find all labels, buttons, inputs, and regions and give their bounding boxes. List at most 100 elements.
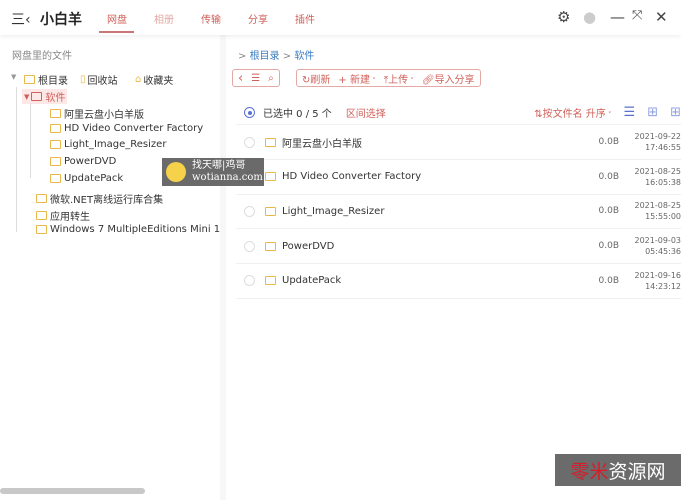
search-icon[interactable]: ⌕: [268, 73, 274, 84]
file-date: 2021-08-25 15:55:00: [631, 200, 681, 222]
chevron-down-icon: ˅: [369, 76, 376, 85]
link-icon: 🔗︎: [421, 74, 435, 86]
tree-item[interactable]: UpdatePack: [50, 173, 123, 184]
label: 微软.NET离线运行库合集: [50, 195, 164, 206]
file-size: 0.0B: [598, 275, 620, 286]
range-select-button[interactable]: 区间选择: [346, 105, 534, 120]
tree-toggle-icon[interactable]: ☰: [251, 73, 260, 84]
time: 16:05:38: [645, 177, 681, 187]
tree-item[interactable]: PowerDVD: [50, 156, 116, 167]
star-house-icon: ⌂: [135, 74, 142, 85]
active-tab-indicator: [99, 31, 134, 33]
chick-logo-icon: [166, 162, 186, 182]
tree-root[interactable]: 根目录: [24, 72, 68, 87]
caret-down-icon[interactable]: ▼: [11, 73, 16, 81]
date: 2021-09-03: [634, 236, 681, 246]
file-row[interactable]: Light_Image_Resizer 0.0B 2021-08-25 15:55:0…: [236, 194, 681, 230]
tab-transfer[interactable]: 传输: [201, 11, 221, 26]
folder-icon: [50, 157, 61, 166]
tree-favorites[interactable]: ⌂ 收藏夹: [135, 72, 173, 87]
folder-icon: [50, 109, 61, 118]
gear-icon[interactable]: ⚙: [557, 8, 570, 26]
date: 2021-09-22: [634, 132, 681, 141]
plus-icon: +: [338, 74, 350, 86]
folder-icon: [50, 124, 61, 133]
folder-icon: [265, 206, 276, 216]
refresh-button[interactable]: ↻刷新: [302, 71, 330, 86]
new-button[interactable]: + 新建 ˅: [338, 71, 375, 86]
label: 阿里云盘小白羊版: [64, 110, 144, 121]
back-icon[interactable]: ‹: [238, 71, 243, 86]
caret-down-icon: ▼: [24, 92, 30, 101]
row-select-radio[interactable]: [244, 136, 255, 148]
label: HD Video Converter Factory: [64, 123, 204, 134]
tree-item[interactable]: 微软.NET离线运行库合集: [36, 191, 163, 206]
tab-netdisk[interactable]: 网盘: [107, 11, 127, 26]
upload-button[interactable]: ⤒上传 ˅: [384, 71, 414, 86]
date: 2021-09-16: [634, 270, 681, 280]
label: 回收站: [87, 76, 118, 87]
folder-icon: [31, 92, 43, 101]
tree-item[interactable]: 应用转生: [36, 208, 90, 223]
label: 导入分享: [434, 74, 475, 86]
file-size: 0.0B: [598, 241, 620, 252]
breadcrumb: > 根目录 > 软件: [238, 51, 315, 62]
file-row[interactable]: 阿里云盘小白羊版 0.0B 2021-09-22 17:46:55: [236, 125, 681, 160]
thumbnail-view-icon[interactable]: ⊞: [670, 105, 681, 120]
tab-share[interactable]: 分享: [248, 11, 268, 26]
close-icon[interactable]: ✕: [655, 8, 668, 26]
file-name: Light_Image_Resizer: [282, 205, 385, 217]
label: 按文件名 升序: [542, 109, 606, 120]
label: UpdatePack: [64, 173, 124, 184]
row-select-radio[interactable]: [244, 275, 255, 287]
label: 上传: [388, 74, 409, 86]
sort-button[interactable]: ⇅按文件名 升序 ˅: [534, 105, 611, 120]
tree-item[interactable]: 阿里云盘小白羊版: [50, 106, 144, 121]
watermark-red-text: 零米: [570, 460, 609, 483]
list-view-icon[interactable]: ☰: [624, 105, 636, 120]
watermark-lingmi: 零米 资源网: [555, 454, 681, 486]
watermark-wotianna: 找天哪|鸡哥 wotianna.com: [162, 158, 264, 186]
avatar-icon[interactable]: ●: [583, 8, 596, 26]
file-name: PowerDVD: [282, 240, 335, 252]
import-share-button[interactable]: 🔗︎导入分享: [422, 71, 475, 86]
file-size: 0.0B: [598, 206, 620, 217]
folder-icon: [265, 276, 276, 286]
tab-album[interactable]: 相册: [154, 11, 174, 26]
row-select-radio[interactable]: [244, 205, 255, 217]
file-name: 阿里云盘小白羊版: [282, 138, 362, 150]
grid-view-icon[interactable]: ⊞: [647, 105, 658, 120]
trash-icon: ▯: [80, 74, 86, 85]
file-size: 0.0B: [598, 137, 620, 147]
label: 根目录: [38, 76, 68, 87]
select-all-radio[interactable]: [244, 107, 255, 118]
label: 软件: [45, 93, 66, 104]
tree-item[interactable]: Windows 7 MultipleEditions Mini 12in1: [36, 224, 242, 235]
folder-icon: [265, 137, 276, 147]
menu-icon[interactable]: 三‹: [11, 9, 31, 29]
tree-item-selected[interactable]: ▼ 软件: [22, 89, 68, 104]
file-date: 2021-09-03 05:45:36: [631, 235, 681, 257]
tree-line: [16, 87, 17, 232]
file-date: 2021-09-16 14:23:12: [631, 270, 681, 292]
folder-icon: [265, 172, 276, 182]
fullscreen-icon[interactable]: ⤧: [632, 8, 642, 23]
file-row[interactable]: PowerDVD 0.0B 2021-09-03 05:45:36: [236, 229, 681, 265]
breadcrumb-root[interactable]: 根目录: [250, 51, 280, 62]
minimize-icon[interactable]: —: [610, 8, 625, 26]
breadcrumb-current[interactable]: 软件: [294, 51, 314, 62]
row-select-radio[interactable]: [244, 240, 255, 252]
nav-toolbar: ‹ ☰ ⌕: [232, 69, 280, 87]
file-row[interactable]: UpdatePack 0.0B 2021-09-16 14:23:12: [236, 264, 681, 299]
tree-recycle-bin[interactable]: ▯ 回收站: [80, 72, 118, 87]
time: 14:23:12: [645, 281, 681, 291]
tree-item[interactable]: Light_Image_Resizer: [50, 139, 166, 150]
label: PowerDVD: [64, 156, 117, 167]
horizontal-scrollbar[interactable]: [0, 488, 145, 494]
tab-plugins[interactable]: 插件: [295, 11, 315, 26]
label: Windows 7 MultipleEditions Mini 12in1: [50, 224, 242, 235]
tree-item[interactable]: HD Video Converter Factory: [50, 123, 203, 134]
file-row[interactable]: HD Video Converter Factory 0.0B 2021-08-25…: [236, 160, 681, 195]
label: 刷新: [310, 74, 331, 86]
action-toolbar: ↻刷新 + 新建 ˅ ⤒上传 ˅ 🔗︎导入分享: [296, 69, 481, 87]
